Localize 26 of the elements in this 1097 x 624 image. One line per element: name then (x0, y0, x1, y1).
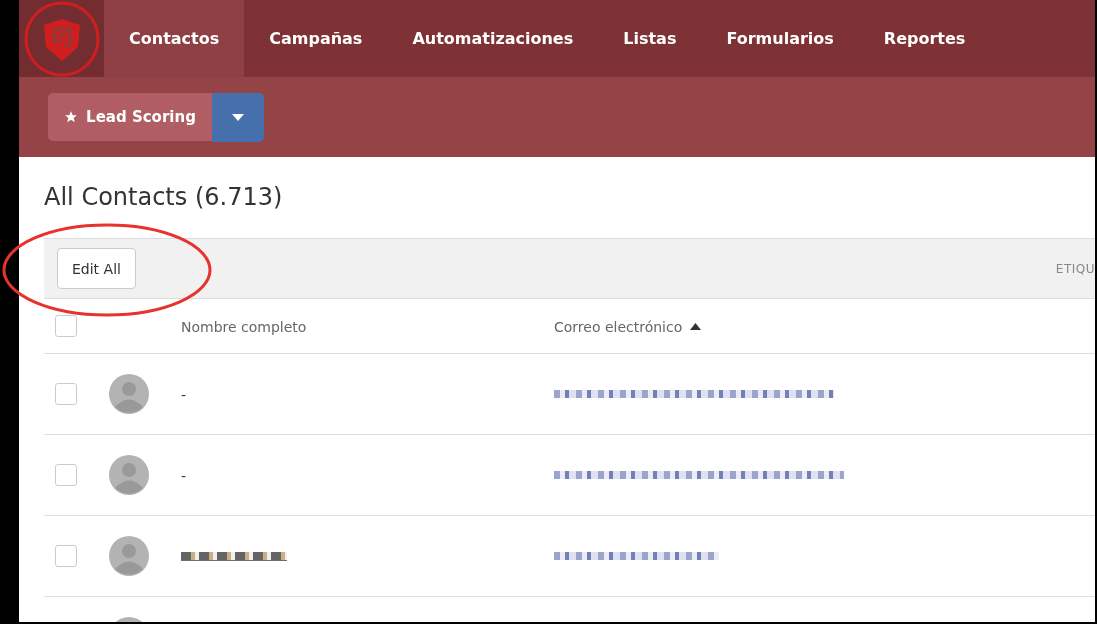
nav-tab[interactable]: Automatizaciones (387, 0, 599, 77)
select-all-checkbox[interactable] (55, 315, 77, 337)
column-heading: ETIQU (1055, 261, 1095, 276)
redacted-name-link[interactable] (181, 551, 287, 561)
avatar-icon (109, 536, 149, 576)
nav-tab[interactable]: Campañas (244, 0, 388, 77)
nav-tab[interactable]: Contactos (104, 0, 245, 77)
avatar-icon (109, 455, 149, 495)
avatar-icon (109, 374, 149, 414)
edit-all-button[interactable]: Edit All (57, 248, 136, 289)
lead-scoring-button[interactable]: Lead Scoring (48, 93, 212, 141)
row-checkbox[interactable] (55, 464, 77, 486)
row-checkbox[interactable] (55, 545, 77, 567)
nav-tab[interactable]: Listas (598, 0, 702, 77)
nav-tab[interactable]: Reportes (858, 0, 991, 77)
dropdown-button[interactable] (212, 92, 264, 142)
row-checkbox[interactable] (55, 383, 77, 405)
column-header[interactable]: Nombre completo (181, 318, 307, 335)
caret-icon (232, 113, 244, 121)
name-cell: - (181, 467, 187, 484)
name-cell: - (181, 386, 187, 403)
column-header[interactable]: Correo electrónico (554, 318, 702, 335)
star-icon (64, 110, 79, 124)
sort-ascending-icon (690, 323, 702, 330)
nav-tab[interactable]: Formularios (701, 0, 859, 77)
page-title: All Contacts (6.713) (44, 183, 284, 211)
